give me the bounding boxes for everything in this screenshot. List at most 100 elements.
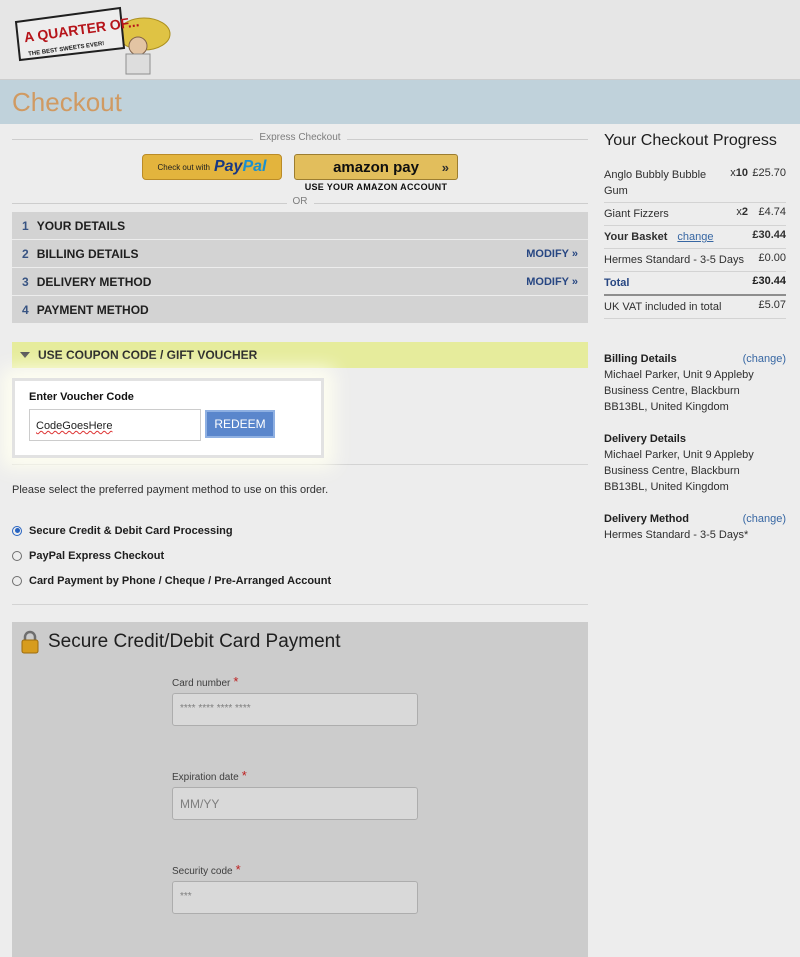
billing-address: Michael Parker, Unit 9 Appleby Business … — [604, 369, 754, 413]
expiration-date-input[interactable]: MM/YY — [172, 787, 418, 820]
step-number: 2 — [22, 246, 29, 261]
item-price: £4.74 — [758, 206, 786, 218]
qty-value: 10 — [735, 167, 748, 179]
basket-subtotal-row: Your Basket change £30.44 — [604, 226, 786, 249]
delivery-method-change-link[interactable]: (change) — [743, 511, 786, 527]
security-code-input[interactable]: *** — [172, 881, 418, 914]
coupon-header-label: USE COUPON CODE / GIFT VOUCHER — [38, 348, 258, 362]
paypal-logo: PayPal — [214, 158, 266, 176]
express-checkout-label: Express Checkout — [253, 132, 347, 143]
checkout-steps: 1 YOUR DETAILS 2 BILLING DETAILS MODIFY » 3… — [12, 212, 588, 324]
basket-change-link[interactable]: change — [677, 231, 713, 243]
basket-item: Anglo Bubbly Bubble Gum x10 £25.70 — [604, 164, 786, 203]
amazon-pay-button[interactable]: amazon pay » — [294, 154, 458, 180]
basket-price: £30.44 — [752, 229, 786, 241]
voucher-box: Enter Voucher Code CodeGoesHere REDEEM — [12, 378, 324, 458]
total-label: Total — [604, 277, 630, 289]
delivery-details-title: Delivery Details — [604, 433, 686, 445]
checkout-progress-sidebar: Your Checkout Progress Anglo Bubbly Bubb… — [604, 132, 786, 543]
shipping-row: Hermes Standard - 3-5 Days £0.00 — [604, 249, 786, 272]
step-number: 1 — [22, 218, 29, 233]
page-title-bar: Checkout — [0, 80, 800, 124]
payment-option-card[interactable]: Secure Credit & Debit Card Processing — [12, 518, 331, 543]
or-label: OR — [286, 196, 314, 207]
progress-title: Your Checkout Progress — [604, 132, 777, 149]
express-buttons: Check out with PayPal amazon pay » USE Y… — [12, 154, 588, 194]
required-asterisk: * — [241, 768, 247, 783]
or-divider: OR — [12, 196, 588, 210]
radio-selected[interactable] — [12, 525, 22, 536]
site-logo[interactable]: A QUARTER OF... THE BEST SWEETS EVER! — [14, 4, 179, 76]
basket-label: Your Basket — [604, 231, 668, 243]
shipping-price: £0.00 — [758, 252, 786, 264]
step-your-details[interactable]: 1 YOUR DETAILS — [12, 212, 588, 240]
required-asterisk: * — [235, 862, 241, 877]
item-name: Anglo Bubbly Bubble Gum — [604, 169, 707, 197]
security-code-label: Security code — [172, 866, 233, 877]
basket-item: Giant Fizzers x2 £4.74 — [604, 203, 786, 226]
billing-details-section: Billing Details (change) Michael Parker, … — [604, 351, 786, 415]
payment-option-phone[interactable]: Card Payment by Phone / Cheque / Pre-Arr… — [12, 568, 331, 593]
payment-option-label: Card Payment by Phone / Cheque / Pre-Arr… — [29, 574, 332, 587]
payment-options: Secure Credit & Debit Card Processing Pa… — [12, 518, 331, 593]
delivery-method-title: Delivery Method — [604, 513, 689, 525]
page-title: Checkout — [12, 86, 122, 117]
shipping-label: Hermes Standard - 3-5 Days — [604, 254, 744, 266]
card-payment-title: Secure Credit/Debit Card Payment — [48, 631, 341, 652]
voucher-field-label: Enter Voucher Code — [29, 391, 134, 403]
amazon-pay-label: amazon pay — [333, 158, 419, 176]
delivery-address: Michael Parker, Unit 9 Appleby Business … — [604, 449, 754, 493]
vat-row: UK VAT included in total £5.07 — [604, 296, 786, 319]
payment-option-label: Secure Credit & Debit Card Processing — [29, 524, 233, 537]
security-code-field: Security code * *** — [172, 862, 418, 914]
item-qty: x2 — [726, 206, 748, 218]
delivery-method-section: Delivery Method (change) Hermes Standard … — [604, 511, 786, 543]
vat-price: £5.07 — [758, 299, 786, 311]
card-payment-header: Secure Credit/Debit Card Payment — [12, 622, 588, 662]
step-number: 3 — [22, 274, 29, 289]
payment-option-paypal[interactable]: PayPal Express Checkout — [12, 543, 331, 568]
amazon-pay-group: amazon pay » USE YOUR AMAZON ACCOUNT — [294, 154, 458, 194]
chevron-right-icon: » — [441, 159, 449, 175]
checkout-main: Express Checkout Check out with PayPal a… — [12, 132, 588, 957]
card-number-field: Card number * **** **** **** **** — [172, 674, 418, 726]
payment-option-label: PayPal Express Checkout — [29, 549, 165, 562]
paypal-small-text: Check out with — [157, 162, 210, 172]
item-qty: x10 — [726, 167, 748, 179]
modify-delivery-link[interactable]: MODIFY » — [526, 276, 578, 288]
radio-unselected[interactable] — [12, 550, 22, 561]
step-billing-details[interactable]: 2 BILLING DETAILS MODIFY » — [12, 240, 588, 268]
site-header: A QUARTER OF... THE BEST SWEETS EVER! — [0, 0, 800, 80]
required-asterisk: * — [233, 674, 239, 689]
coupon-toggle[interactable]: USE COUPON CODE / GIFT VOUCHER — [12, 342, 588, 368]
step-delivery-method[interactable]: 3 DELIVERY METHOD MODIFY » — [12, 268, 588, 296]
step-label: PAYMENT METHOD — [36, 302, 149, 317]
step-label: DELIVERY METHOD — [36, 274, 152, 289]
delivery-method-value: Hermes Standard - 3-5 Days* — [604, 529, 749, 541]
voucher-row: CodeGoesHere REDEEM — [29, 409, 307, 441]
vat-label: UK VAT included in total — [604, 301, 722, 313]
redeem-button[interactable]: REDEEM — [205, 410, 275, 438]
card-number-input[interactable]: **** **** **** **** — [172, 693, 418, 726]
amazon-sub-label: USE YOUR AMAZON ACCOUNT — [304, 182, 448, 192]
radio-unselected[interactable] — [12, 575, 22, 586]
step-payment-method[interactable]: 4 PAYMENT METHOD — [12, 296, 588, 324]
paypal-button[interactable]: Check out with PayPal — [142, 154, 282, 180]
billing-change-link[interactable]: (change) — [743, 351, 786, 367]
expiration-date-field: Expiration date * MM/YY — [172, 768, 418, 820]
step-label: BILLING DETAILS — [36, 246, 139, 261]
padlock-icon — [21, 630, 39, 654]
express-checkout-divider: Express Checkout — [12, 132, 588, 146]
divider — [12, 604, 588, 605]
divider — [12, 464, 588, 465]
payment-instructions: Please select the preferred payment meth… — [12, 484, 329, 496]
modify-billing-link[interactable]: MODIFY » — [526, 248, 578, 260]
total-price: £30.44 — [752, 275, 786, 287]
billing-details-title: Billing Details — [604, 353, 677, 365]
paypal-logo-pal: Pal — [242, 158, 267, 175]
total-row: Total £30.44 — [604, 272, 786, 296]
card-payment-panel: Secure Credit/Debit Card Payment Card nu… — [12, 622, 588, 957]
voucher-code-input[interactable]: CodeGoesHere — [29, 409, 201, 441]
paypal-logo-pay: Pay — [213, 158, 243, 175]
delivery-details-section: Delivery Details Michael Parker, Unit 9 … — [604, 431, 786, 495]
